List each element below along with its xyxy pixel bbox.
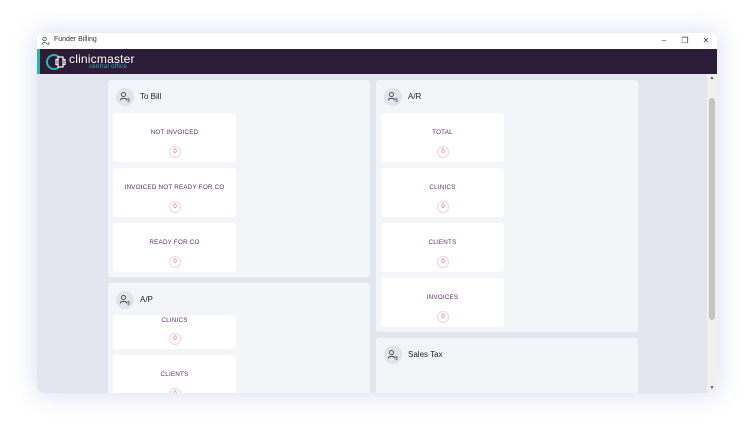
user-dollar-icon: $ bbox=[116, 88, 134, 106]
count-badge: 0 bbox=[437, 146, 449, 158]
brand-bar: clinicmaster central office bbox=[37, 49, 717, 74]
card-label: TOTAL bbox=[432, 129, 453, 136]
dashboard-content: $ To Bill NOT INVOICED 0 INVOICED NOT RE… bbox=[37, 74, 707, 393]
invoiced-not-ready-card[interactable]: INVOICED NOT READY FOR CO 0 bbox=[113, 168, 236, 217]
count-badge: 0 bbox=[169, 256, 181, 268]
panel-title: A/P bbox=[140, 295, 153, 304]
count-badge: 0 bbox=[437, 201, 449, 213]
card-label: READY FOR CO bbox=[149, 239, 200, 246]
ap-panel: $ A/P CLINICS 0 CLIENTS 0 bbox=[108, 283, 370, 393]
ar-clinics-card[interactable]: CLINICS 0 bbox=[381, 168, 504, 217]
clinicmaster-logo-icon bbox=[46, 54, 66, 70]
user-dollar-icon: $ bbox=[41, 36, 51, 46]
card-label: CLINICS bbox=[429, 184, 456, 191]
count-badge: 0 bbox=[169, 201, 181, 213]
count-badge: 0 bbox=[169, 333, 181, 345]
app-window: $ Funder Billing – ❐ ✕ clinicmaster cent… bbox=[37, 33, 717, 393]
card-label: INVOICED NOT READY FOR CO bbox=[124, 184, 225, 191]
ar-clients-card[interactable]: CLIENTS 0 bbox=[381, 223, 504, 272]
panel-title: Sales Tax bbox=[408, 350, 443, 359]
svg-text:$: $ bbox=[127, 98, 130, 104]
count-badge: 0 bbox=[169, 146, 181, 158]
user-dollar-icon: $ bbox=[384, 346, 402, 364]
scroll-up-icon[interactable]: ▲ bbox=[707, 75, 717, 81]
card-label: CLIENTS bbox=[160, 371, 189, 378]
count-badge: 0 bbox=[437, 311, 449, 323]
panel-title: A/R bbox=[408, 92, 422, 101]
title-bar: $ Funder Billing – ❐ ✕ bbox=[37, 33, 717, 49]
svg-text:$: $ bbox=[395, 356, 398, 362]
minimize-button[interactable]: – bbox=[657, 35, 671, 47]
window-title: Funder Billing bbox=[54, 36, 97, 43]
panel-title: To Bill bbox=[140, 92, 162, 101]
card-label: CLINICS bbox=[161, 317, 188, 324]
not-invoiced-card[interactable]: NOT INVOICED 0 bbox=[113, 113, 236, 162]
to-bill-panel: $ To Bill NOT INVOICED 0 INVOICED NOT RE… bbox=[108, 80, 370, 277]
count-badge: 0 bbox=[169, 388, 181, 393]
ar-panel: $ A/R TOTAL 0 CLINICS 0 CLIENTS 0 INVOIC… bbox=[376, 80, 638, 332]
card-label: CLIENTS bbox=[428, 239, 457, 246]
count-badge: 0 bbox=[437, 256, 449, 268]
ap-clinics-card[interactable]: CLINICS 0 bbox=[113, 315, 236, 349]
vertical-scrollbar[interactable]: ▲ ▼ bbox=[707, 74, 717, 393]
card-label: NOT INVOICED bbox=[150, 129, 199, 136]
svg-text:$: $ bbox=[127, 301, 130, 307]
close-button[interactable]: ✕ bbox=[699, 35, 713, 47]
ar-total-card[interactable]: TOTAL 0 bbox=[381, 113, 504, 162]
restore-button[interactable]: ❐ bbox=[678, 35, 692, 47]
user-dollar-icon: $ bbox=[384, 88, 402, 106]
svg-text:$: $ bbox=[395, 98, 398, 104]
svg-text:$: $ bbox=[48, 41, 51, 46]
user-dollar-icon: $ bbox=[116, 291, 134, 309]
brand-subtitle: central office bbox=[89, 64, 128, 70]
ap-clients-card[interactable]: CLIENTS 0 bbox=[113, 355, 236, 393]
ready-for-co-card[interactable]: READY FOR CO 0 bbox=[113, 223, 236, 272]
brand-accent bbox=[37, 49, 40, 74]
ar-invoices-card[interactable]: INVOICES 0 bbox=[381, 278, 504, 327]
sales-tax-panel: $ Sales Tax bbox=[376, 338, 638, 393]
scrollbar-thumb[interactable] bbox=[709, 98, 715, 320]
card-label: INVOICES bbox=[426, 294, 459, 301]
scroll-down-icon[interactable]: ▼ bbox=[707, 385, 717, 391]
